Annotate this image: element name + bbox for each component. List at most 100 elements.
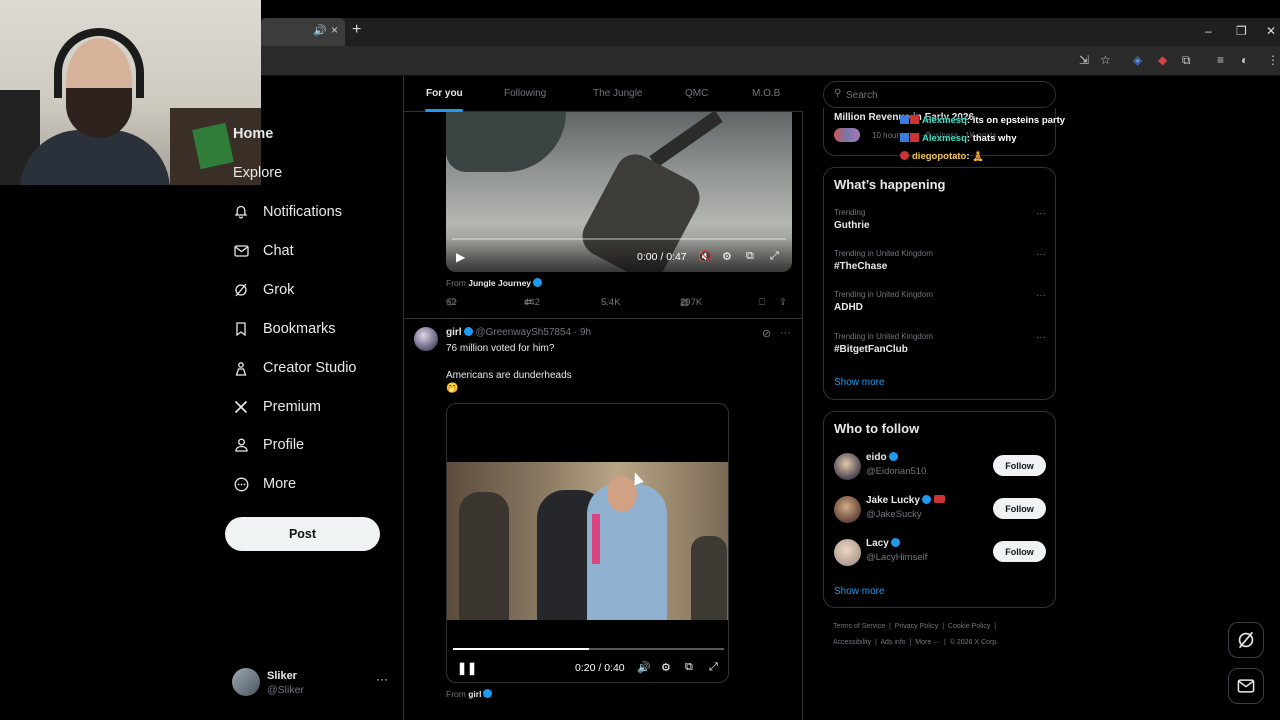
accessibility-link[interactable]: Accessibility — [833, 639, 871, 646]
sidebar-item-explore[interactable]: Explore — [233, 161, 282, 185]
tab-close-icon[interactable]: × — [331, 23, 338, 37]
star-icon[interactable]: ☆ — [1100, 53, 1111, 67]
show-more-link[interactable]: Show more — [834, 377, 885, 388]
volume-icon[interactable]: 🔊 — [637, 661, 651, 674]
ads-info-link[interactable]: Ads info — [880, 639, 905, 646]
new-tab-icon[interactable]: + — [352, 21, 361, 39]
trend-name: Guthrie — [834, 220, 870, 231]
more-icon[interactable]: ··· — [1036, 249, 1046, 260]
sidebar-item-grok[interactable]: Grok — [233, 278, 294, 302]
address-bar[interactable] — [270, 50, 1070, 72]
source-account-link[interactable]: girl — [468, 689, 481, 699]
pause-icon[interactable]: ❚❚ — [457, 661, 477, 675]
speaker-icon[interactable]: 🔊 — [313, 24, 327, 37]
terms-link[interactable]: Terms of Service — [833, 623, 885, 630]
pip-icon[interactable]: ⧉ — [746, 250, 754, 263]
video-progress-bar[interactable] — [452, 238, 786, 240]
sidebar-item-premium[interactable]: Premium — [233, 395, 321, 419]
fullscreen-icon[interactable]: ⤢ — [770, 250, 779, 263]
tweet-video[interactable]: ❚❚ 0:20 / 0:40 🔊 ⚙ ⧉ ⤢ — [446, 403, 729, 683]
profile-icon[interactable]: ◐ — [1241, 53, 1248, 67]
chat-text: : thats why — [966, 133, 1017, 144]
sidebar-item-label: Home — [233, 126, 274, 142]
messages-float-button[interactable] — [1228, 668, 1264, 704]
mute-icon[interactable]: 🔇 — [698, 250, 712, 263]
trend-item[interactable]: Trending in United Kingdom #TheChase ··· — [834, 249, 1046, 283]
cookie-link[interactable]: Cookie Policy — [948, 623, 990, 630]
source-account-link[interactable]: Jungle Journey — [468, 278, 531, 288]
play-icon[interactable]: ▶ — [456, 250, 465, 264]
sidebar-item-home[interactable]: Home — [233, 122, 273, 146]
search-input[interactable] — [846, 87, 1046, 103]
trend-item[interactable]: Trending in United Kingdom #BitgetFanClu… — [834, 332, 1046, 366]
affiliate-badge-icon — [933, 495, 945, 503]
puzzle-icon[interactable]: ⧉ — [1182, 53, 1191, 68]
user-handle: @JakeSucky — [866, 509, 922, 520]
pip-icon[interactable]: ⧉ — [685, 661, 693, 674]
grok-float-button[interactable] — [1228, 622, 1264, 658]
settings-icon[interactable]: ⚙ — [661, 661, 671, 674]
more-link[interactable]: More ··· — [915, 639, 940, 646]
more-icon[interactable]: ··· — [780, 327, 791, 339]
chat-badge-icon — [910, 115, 919, 124]
avatar[interactable] — [414, 327, 438, 351]
sidebar-item-profile[interactable]: Profile — [233, 433, 304, 457]
grok-icon[interactable]: ⊘ — [762, 327, 771, 340]
account-switcher[interactable]: Sliker @Sliker ··· — [232, 668, 392, 698]
tab-the-jungle[interactable]: The Jungle — [593, 88, 642, 99]
tab-following[interactable]: Following — [504, 88, 546, 99]
person-icon — [233, 437, 249, 453]
search-box[interactable]: ⚲ — [823, 81, 1056, 108]
verified-badge-icon — [921, 495, 931, 504]
show-more-link[interactable]: Show more — [834, 586, 885, 597]
tab-for-you[interactable]: For you — [426, 88, 463, 99]
sidebar-item-notifications[interactable]: Notifications — [233, 200, 342, 224]
more-icon[interactable]: ··· — [1036, 290, 1046, 301]
privacy-link[interactable]: Privacy Policy — [895, 623, 939, 630]
fullscreen-icon[interactable]: ⤢ — [709, 661, 718, 674]
menu-icon[interactable]: ⋮ — [1267, 53, 1279, 67]
more-icon[interactable]: ··· — [376, 672, 388, 686]
tab-search-icon[interactable]: ≡ — [1217, 53, 1224, 67]
browser-tab[interactable]: 🔊 × — [261, 18, 345, 46]
follow-button[interactable]: Follow — [993, 541, 1046, 562]
trend-context: Trending in United Kingdom — [834, 332, 933, 341]
sidebar-item-label: Notifications — [263, 204, 342, 220]
user-name: Jake Lucky — [866, 495, 945, 506]
more-icon[interactable]: ··· — [1036, 332, 1046, 343]
tab-qmc[interactable]: QMC — [685, 88, 708, 99]
extension-icon[interactable]: ◈ — [1133, 53, 1142, 67]
follow-button[interactable]: Follow — [993, 455, 1046, 476]
settings-icon[interactable]: ⚙ — [722, 250, 732, 263]
share-icon[interactable]: ⇪ — [779, 297, 787, 308]
sidebar-item-creator-studio[interactable]: Creator Studio — [233, 356, 357, 380]
install-icon[interactable]: ⇲ — [1079, 53, 1089, 67]
tab-mob[interactable]: M.O.B — [752, 88, 780, 99]
window-close-icon[interactable]: ✕ — [1266, 24, 1276, 38]
restore-icon[interactable]: ❐ — [1236, 24, 1247, 38]
section-title: Who to follow — [834, 421, 920, 436]
sidebar-item-bookmarks[interactable]: Bookmarks — [233, 317, 336, 341]
trend-item[interactable]: Trending in United Kingdom ADHD ··· — [834, 290, 1046, 324]
minimize-icon[interactable]: – — [1205, 24, 1212, 38]
tweet-video[interactable]: ▶ 0:00 / 0:47 🔇 ⚙ ⧉ ⤢ — [446, 112, 792, 272]
follow-suggestion[interactable]: eido @Eidorian510 Follow — [834, 450, 1046, 484]
sidebar-item-more[interactable]: More — [233, 472, 296, 496]
sidebar-item-chat[interactable]: Chat — [233, 239, 294, 263]
trend-item[interactable]: Trending Guthrie ··· — [834, 208, 1046, 242]
more-icon[interactable]: ··· — [1036, 208, 1046, 219]
avatar — [834, 539, 861, 566]
mail-icon — [233, 243, 249, 259]
follow-suggestion[interactable]: Lacy @LacyHimself Follow — [834, 536, 1046, 570]
extension-icon[interactable]: ◆ — [1158, 53, 1167, 67]
tweet-author-name[interactable]: girl — [446, 327, 462, 338]
bookmark-icon[interactable]: ⎕ — [759, 297, 765, 308]
follow-suggestion[interactable]: Jake Lucky @JakeSucky Follow — [834, 493, 1046, 527]
follow-button[interactable]: Follow — [993, 498, 1046, 519]
video-source: From Jungle Journey — [446, 278, 543, 288]
post-button[interactable]: Post — [225, 517, 380, 551]
verified-badge-icon — [888, 452, 898, 461]
tweet-actions: 💬︎ 62 ⇄ 442 ♡ 5.4K ▥ 297K ⎕ ⇪ — [446, 297, 792, 311]
verified-badge-icon — [890, 538, 900, 547]
retweet-count: 442 — [524, 297, 540, 308]
